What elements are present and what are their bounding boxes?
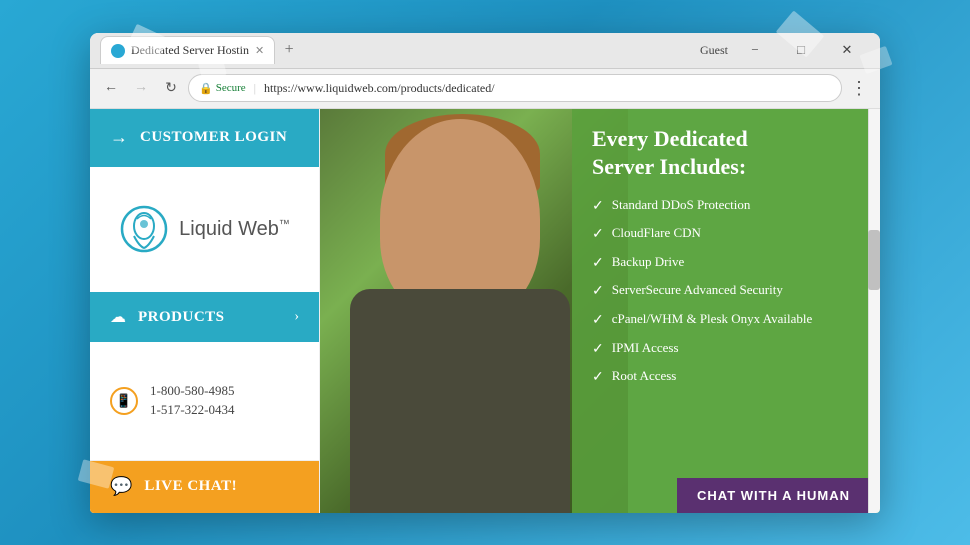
content-panel: Every Dedicated Server Includes: ✓ Stand…	[572, 109, 880, 513]
feature-item-7: ✓ Root Access	[592, 367, 860, 388]
logo-area: Liquid Web™	[90, 167, 319, 293]
feature-item-5: ✓ cPanel/WHM & Plesk Onyx Available	[592, 310, 860, 331]
lock-icon: 🔒	[199, 82, 213, 95]
sidebar: → CUSTOMER LOGIN Liquid W	[90, 109, 320, 513]
browser-menu-button[interactable]: ⋮	[846, 75, 872, 101]
login-arrow-icon: →	[110, 127, 128, 148]
customer-login-label: CUSTOMER LOGIN	[140, 129, 287, 146]
logo-icon	[119, 204, 169, 254]
tab-close-button[interactable]: ✕	[255, 44, 264, 57]
feature-item-3: ✓ Backup Drive	[592, 253, 860, 274]
phone-icon-wrap: 📱	[110, 387, 138, 415]
check-icon-1: ✓	[592, 197, 604, 217]
scrollbar-thumb[interactable]	[868, 230, 880, 290]
check-icon-7: ✓	[592, 368, 604, 388]
person-body	[350, 289, 570, 513]
check-icon-5: ✓	[592, 311, 604, 331]
page-content: → CUSTOMER LOGIN Liquid W	[90, 109, 880, 513]
feature-item-6: ✓ IPMI Access	[592, 339, 860, 360]
browser-window: Dedicated Server Hostin ✕ + Guest − □ ✕ …	[90, 33, 880, 513]
minimize-button[interactable]: −	[732, 33, 778, 69]
guest-label: Guest	[700, 43, 728, 58]
url-bar[interactable]: 🔒 Secure | https://www.liquidweb.com/pro…	[188, 74, 842, 102]
url-text: https://www.liquidweb.com/products/dedic…	[264, 81, 495, 96]
cloud-icon: ☁	[110, 307, 126, 327]
live-chat-label: LIVE CHAT!	[144, 478, 237, 495]
chat-icon: 💬	[110, 476, 132, 497]
check-icon-2: ✓	[592, 225, 604, 245]
phone-section: 📱 1-800-580-4985 1-517-322-0434	[90, 342, 319, 461]
products-label: PRODUCTS	[138, 309, 282, 326]
back-button[interactable]: ←	[98, 75, 124, 101]
refresh-button[interactable]: ↻	[158, 75, 184, 101]
logo-text: Liquid Web™	[179, 218, 290, 241]
tab-favicon	[111, 44, 125, 58]
phone-icon: 📱	[116, 393, 132, 409]
phone-number-2[interactable]: 1-517-322-0434	[150, 402, 235, 418]
feature-item-1: ✓ Standard DDoS Protection	[592, 196, 860, 217]
customer-login-button[interactable]: → CUSTOMER LOGIN	[90, 109, 319, 167]
live-chat-button[interactable]: 💬 LIVE CHAT!	[90, 461, 319, 513]
feature-item-4: ✓ ServerSecure Advanced Security	[592, 281, 860, 302]
browser-tab[interactable]: Dedicated Server Hostin ✕	[100, 36, 275, 64]
logo-tm: ™	[279, 218, 290, 230]
secure-badge: 🔒 Secure	[199, 82, 246, 95]
check-icon-6: ✓	[592, 340, 604, 360]
scrollbar-area[interactable]	[868, 109, 880, 513]
products-button[interactable]: ☁ PRODUCTS ›	[90, 292, 319, 342]
forward-button[interactable]: →	[128, 75, 154, 101]
phone-numbers: 1-800-580-4985 1-517-322-0434	[150, 383, 235, 418]
url-divider: |	[254, 81, 256, 96]
products-arrow-icon: ›	[294, 309, 299, 325]
tab-bar: Dedicated Server Hostin ✕ +	[100, 36, 700, 64]
chat-human-button[interactable]: CHAT WITH A HUMAN	[677, 478, 870, 513]
main-content: Every Dedicated Server Includes: ✓ Stand…	[320, 109, 880, 513]
logo-name: Liquid Web™	[179, 218, 290, 241]
logo-container[interactable]: Liquid Web™	[119, 204, 290, 254]
feature-item-2: ✓ CloudFlare CDN	[592, 224, 860, 245]
hero-image: Every Dedicated Server Includes: ✓ Stand…	[320, 109, 880, 513]
feature-list: ✓ Standard DDoS Protection ✓ CloudFlare …	[592, 196, 860, 388]
panel-title: Every Dedicated Server Includes:	[592, 125, 860, 182]
secure-text: Secure	[216, 82, 246, 94]
check-icon-3: ✓	[592, 254, 604, 274]
new-tab-button[interactable]: +	[275, 36, 303, 64]
check-icon-4: ✓	[592, 282, 604, 302]
phone-number-1[interactable]: 1-800-580-4985	[150, 383, 235, 399]
